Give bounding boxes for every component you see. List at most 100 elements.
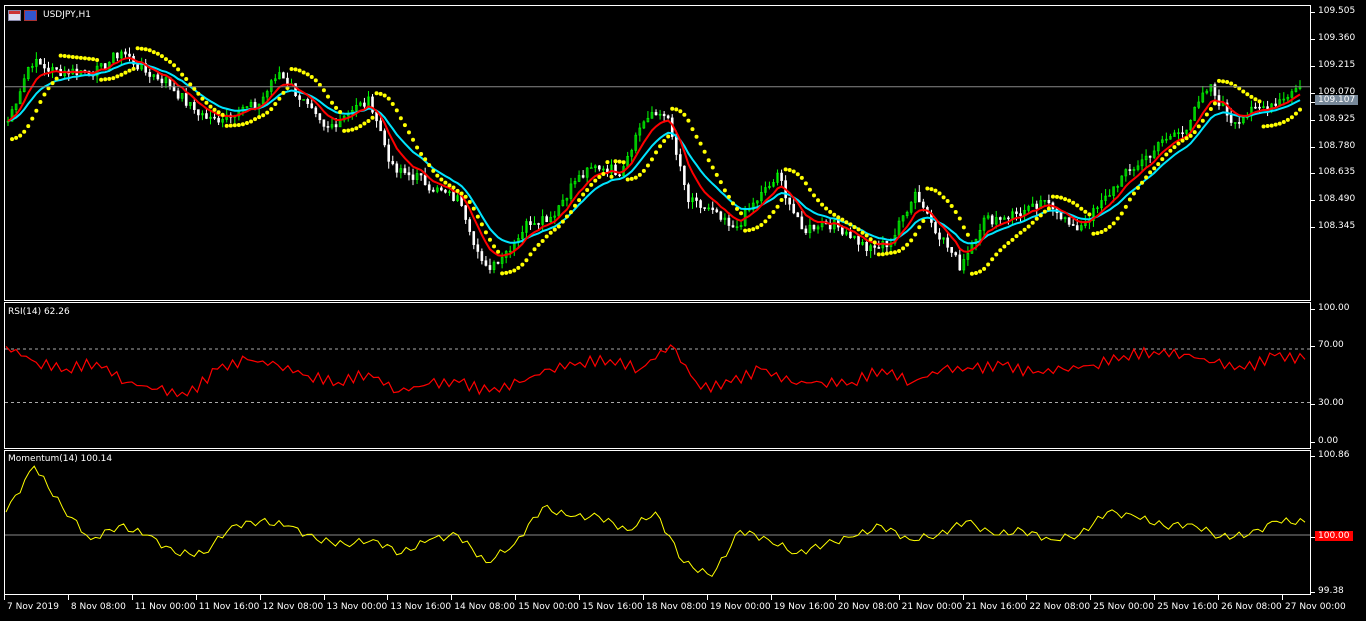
sar-dot (617, 159, 622, 164)
momentum-panel[interactable]: Momentum(14) 100.14 (4, 450, 1311, 595)
time-tick (1218, 595, 1220, 600)
candle-body (484, 260, 488, 266)
sar-dot (1208, 107, 1213, 112)
sar-dot (755, 225, 760, 230)
rsi-panel[interactable]: RSI(14) 62.26 (4, 302, 1311, 449)
sar-dot (325, 94, 330, 99)
sar-dot (1067, 198, 1072, 203)
time-tick (1282, 595, 1283, 600)
sar-dot (706, 158, 711, 163)
sar-dot (1233, 84, 1238, 89)
candle-body (298, 95, 301, 100)
candle-body (703, 207, 706, 209)
save-icon[interactable] (24, 10, 37, 21)
sar-dot (945, 198, 950, 203)
chart-window-icon[interactable] (8, 10, 21, 21)
sar-dot (451, 185, 456, 190)
time-tick-label: 7 Nov 2019 (7, 602, 59, 612)
sar-dot (1196, 124, 1201, 129)
time-tick (323, 595, 325, 600)
sar-dot (253, 117, 258, 122)
candle-body (55, 67, 58, 70)
candle-body (666, 115, 670, 119)
sar-dot (1229, 81, 1234, 86)
candle-body (294, 83, 297, 97)
sar-dot (467, 200, 472, 205)
sar-dot (763, 219, 768, 224)
sar-dot (1135, 185, 1140, 190)
sar-dot (816, 198, 821, 203)
candle-body (614, 164, 617, 176)
sar-dot (58, 53, 63, 58)
sar-dot (544, 234, 549, 239)
sar-dot (828, 209, 833, 214)
sar-dot (1111, 221, 1116, 226)
sar-dot (406, 130, 411, 135)
sar-dot (26, 124, 31, 129)
sar-dot (330, 100, 335, 105)
sar-dot (1253, 97, 1258, 102)
time-tick (579, 595, 581, 600)
time-tick-label: 15 Nov 00:00 (518, 602, 579, 612)
sar-dot (633, 175, 638, 180)
time-tick-label: 14 Nov 08:00 (454, 602, 515, 612)
sar-dot (487, 237, 492, 242)
sar-dot (1131, 191, 1136, 196)
sar-dot (1204, 112, 1209, 117)
sar-dot (419, 151, 424, 156)
sar-dot (799, 175, 804, 180)
axis-tick (1311, 173, 1315, 175)
candle-body (480, 251, 484, 261)
candle-body (314, 107, 318, 114)
candle-body (954, 252, 958, 256)
sar-dot (532, 247, 537, 252)
time-tick-label: 13 Nov 16:00 (390, 602, 452, 612)
sar-dot (953, 209, 958, 214)
sar-dot (1221, 79, 1226, 84)
sar-dot (236, 123, 241, 128)
candle-body (581, 175, 585, 178)
candle-body (1059, 212, 1063, 220)
sar-dot (443, 180, 448, 185)
price-chart-panel[interactable]: USDJPY,H1 (4, 5, 1311, 301)
sar-dot (172, 63, 177, 68)
sar-dot (168, 59, 173, 64)
candle-body (1229, 114, 1233, 123)
candle-body (496, 261, 500, 264)
sar-dot (265, 110, 270, 115)
sar-dot (925, 186, 930, 191)
sar-dot (1285, 117, 1290, 122)
sar-dot (1123, 204, 1128, 209)
sar-dot (787, 168, 792, 173)
sar-dot (135, 46, 140, 51)
price-axis[interactable]: 109.505 109.360 109.215 109.070 108.925 108.7… (1311, 0, 1366, 621)
sar-dot (913, 232, 918, 237)
candle-body (391, 161, 395, 165)
sar-dot (864, 233, 869, 238)
sar-dot (305, 72, 310, 77)
candle-body (431, 189, 435, 192)
candle-body (1035, 203, 1039, 209)
sar-dot (852, 225, 857, 230)
sar-dot (625, 177, 630, 182)
sar-dot (698, 141, 703, 146)
sar-dot (313, 78, 318, 83)
candle-body (322, 119, 326, 127)
sar-dot (123, 70, 128, 75)
sar-dot (568, 210, 573, 215)
candle-body (1254, 106, 1257, 109)
time-axis[interactable]: 7 Nov 2019 8 Nov 08:00 11 Nov 00:00 11 Nov … (0, 595, 1366, 621)
sar-dot (338, 109, 343, 114)
candle-body (160, 78, 164, 84)
price-tick-label: 108.780 (1318, 140, 1356, 151)
sar-dot (192, 86, 197, 91)
sar-dot (957, 216, 962, 221)
sar-dot (232, 123, 237, 128)
sar-dot (228, 123, 233, 128)
sar-dot (824, 206, 829, 211)
sar-dot (1212, 101, 1217, 106)
sar-dot (1107, 224, 1112, 229)
sar-dot (1059, 195, 1064, 200)
sar-dot (986, 262, 991, 267)
sar-dot (512, 268, 517, 273)
